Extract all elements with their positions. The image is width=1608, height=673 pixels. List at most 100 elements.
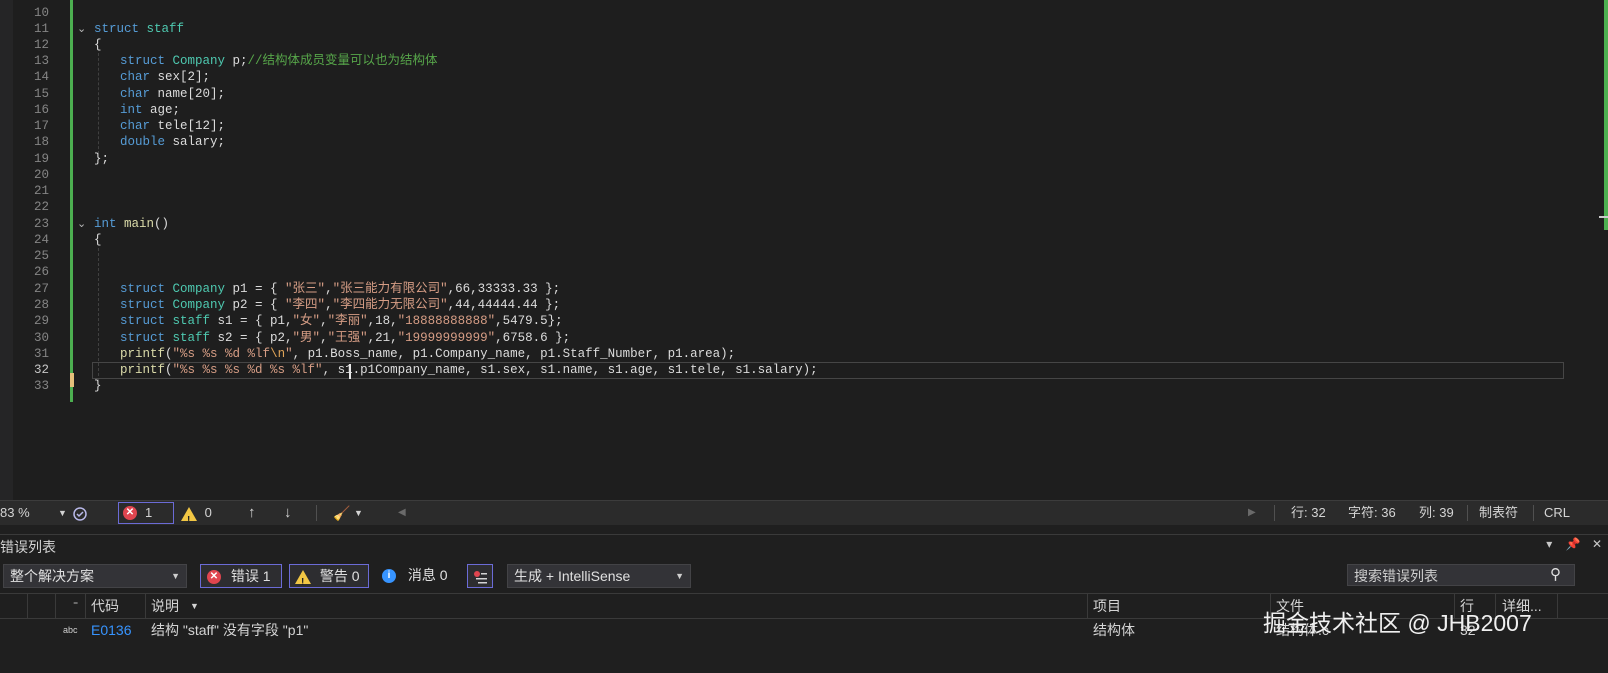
column-indicator[interactable]: 列: 39 (1419, 501, 1454, 525)
line-number: 29 (33, 314, 49, 328)
close-icon[interactable]: ✕ (1592, 537, 1602, 551)
function-name: printf (120, 347, 166, 361)
code-line-31[interactable]: printf("%s %s %d %lf\n", p1.Boss_name, p… (120, 346, 735, 363)
build-source-value: 生成 + IntelliSense (514, 568, 631, 584)
line-number: 24 (33, 233, 49, 247)
member: tele[12]; (150, 119, 226, 133)
type-name: Company (165, 282, 226, 296)
code-text: , (325, 298, 333, 312)
line-number: 23 (33, 217, 49, 231)
code-cleanup-brush-icon[interactable]: 🧹 (333, 501, 350, 525)
column-header-project[interactable]: 项目 (1093, 594, 1121, 618)
code-line-29[interactable]: struct staff s1 = { p1,"女","李丽",18,"1888… (120, 313, 563, 330)
code-line-17[interactable]: char tele[12]; (120, 118, 225, 135)
error-count: 1 (145, 505, 153, 520)
code-line-30[interactable]: struct staff s2 = { p2,"男","王强",21,"1999… (120, 330, 570, 347)
next-issue-arrow-icon[interactable]: ↓ (284, 501, 292, 525)
code-line-28[interactable]: struct Company p2 = { "李四","李四能力无限公司",44… (120, 297, 560, 314)
code-line-19[interactable]: }; (94, 151, 109, 168)
chevron-down-icon[interactable]: ▼ (354, 501, 363, 525)
type-name: Company (165, 298, 226, 312)
fold-chevron-icon[interactable]: ⌄ (77, 21, 86, 38)
line-indicator[interactable]: 行: 32 (1291, 501, 1326, 525)
code-line-11[interactable]: struct staff (94, 21, 184, 38)
code-line-15[interactable]: char name[20]; (120, 86, 225, 103)
comment: //结构体成员变量可以也为结构体 (247, 54, 438, 68)
column-header-code[interactable]: 代码 (91, 594, 119, 618)
code-line-13[interactable]: struct Company p;//结构体成员变量可以也为结构体 (120, 53, 438, 70)
punct: () (154, 217, 170, 231)
code-line-33[interactable]: } (94, 378, 102, 395)
panel-window-controls: ▾ 📌 ✕ (1546, 537, 1602, 551)
line-number: 11 (33, 22, 49, 36)
fold-chevron-icon[interactable]: ⌄ (77, 216, 86, 233)
info-icon: i (382, 569, 396, 584)
column-header-description[interactable]: 说明 (151, 594, 179, 618)
sort-descending-icon[interactable]: ▼ (190, 594, 199, 618)
string-literal: "19999999999" (397, 331, 496, 345)
string-literal: " (285, 347, 293, 361)
code-text: ,44,44444.44 }; (447, 298, 561, 312)
pin-icon[interactable]: 📌 (1566, 537, 1581, 551)
previous-issue-arrow-icon[interactable]: ↑ (248, 501, 256, 525)
sort-marker-icon[interactable]: ⁼ (73, 594, 78, 618)
code-line-24[interactable]: { (94, 232, 102, 249)
scroll-left-icon[interactable]: ◀ (398, 501, 406, 525)
editor-status-bar: 83 % ▼ ✕ 1 ! 0 ↑ ↓ 🧹 ▼ ◀ ▶ 行: 32 字符: 36 … (0, 500, 1608, 526)
string-literal: "女" (292, 314, 321, 328)
dropdown-arrow-icon[interactable]: ▾ (1546, 537, 1552, 551)
error-code-link[interactable]: E0136 (91, 619, 131, 641)
keyword: double (120, 135, 166, 149)
code-text: ( (165, 347, 173, 361)
indent-mode[interactable]: 制表符 (1479, 501, 1518, 525)
warnings-filter-button[interactable]: ! 警告 0 (289, 564, 369, 588)
code-editor[interactable]: 10 11 12 13 14 15 16 17 18 19 20 21 22 23 24 25 26 27 28 29… (0, 0, 1608, 512)
error-description: 结构 "staff" 没有字段 "p1" (151, 622, 309, 638)
warnings-filter-label: 警告 0 (319, 568, 360, 584)
search-icon[interactable]: ⚲ (1550, 564, 1561, 586)
char-indicator[interactable]: 字符: 36 (1348, 501, 1396, 525)
scope-dropdown[interactable]: 整个解决方案 ▼ (3, 564, 187, 588)
code-line-16[interactable]: int age; (120, 102, 180, 119)
messages-filter-button[interactable]: i 消息 0 (382, 564, 454, 586)
error-search-input[interactable]: 搜索错误列表 (1347, 564, 1575, 586)
error-count-button[interactable]: ✕ 1 (118, 502, 174, 524)
line-number: 26 (33, 265, 49, 279)
keyword: int (120, 103, 143, 117)
line-number: 18 (33, 135, 49, 149)
code-line-14[interactable]: char sex[2]; (120, 69, 210, 86)
zoom-level[interactable]: 83 % (0, 501, 30, 525)
type-name: Company (165, 54, 226, 68)
member: sex[2]; (150, 70, 211, 84)
line-ending[interactable]: CRL (1544, 501, 1570, 525)
line-number: 22 (33, 200, 49, 214)
line-number: 12 (33, 38, 49, 52)
scrollbar-position-marker[interactable] (1599, 216, 1608, 218)
code-line-12[interactable]: { (94, 37, 102, 54)
code-line-18[interactable]: double salary; (120, 134, 225, 151)
function-name: main (116, 217, 155, 231)
string-literal: "李四" (285, 298, 326, 312)
code-line-23[interactable]: int main() (94, 216, 169, 233)
chevron-down-icon: ▼ (675, 571, 684, 581)
divider (1533, 505, 1534, 521)
errors-filter-button[interactable]: ✕ 错误 1 (200, 564, 282, 588)
code-line-32[interactable]: printf("%s %s %s %d %s %lf", s1.p1Compan… (120, 362, 818, 379)
keyword: char (120, 119, 151, 133)
scroll-right-icon[interactable]: ▶ (1248, 501, 1256, 525)
scrollbar-change-marker (1604, 0, 1608, 230)
zoom-dropdown-chevron-icon[interactable]: ▼ (58, 501, 67, 525)
line-number-gutter: 10 11 12 13 14 15 16 17 18 19 20 21 22 23 24 25 26 27 28 29… (13, 0, 49, 512)
health-indicator-icon[interactable] (72, 501, 88, 525)
code-line-27[interactable]: struct Company p1 = { "张三","张三能力有限公司",66… (120, 281, 560, 298)
keyword: struct (120, 54, 166, 68)
filter-toggle-button[interactable] (467, 564, 493, 588)
line-number: 13 (33, 54, 49, 68)
build-source-dropdown[interactable]: 生成 + IntelliSense ▼ (507, 564, 691, 588)
error-icon: ✕ (207, 570, 221, 585)
warning-count-button[interactable]: ! 0 (181, 501, 212, 526)
punct: } (94, 379, 102, 393)
keyword: struct (120, 298, 166, 312)
line-number: 30 (33, 331, 49, 345)
function-name: printf (120, 363, 166, 377)
